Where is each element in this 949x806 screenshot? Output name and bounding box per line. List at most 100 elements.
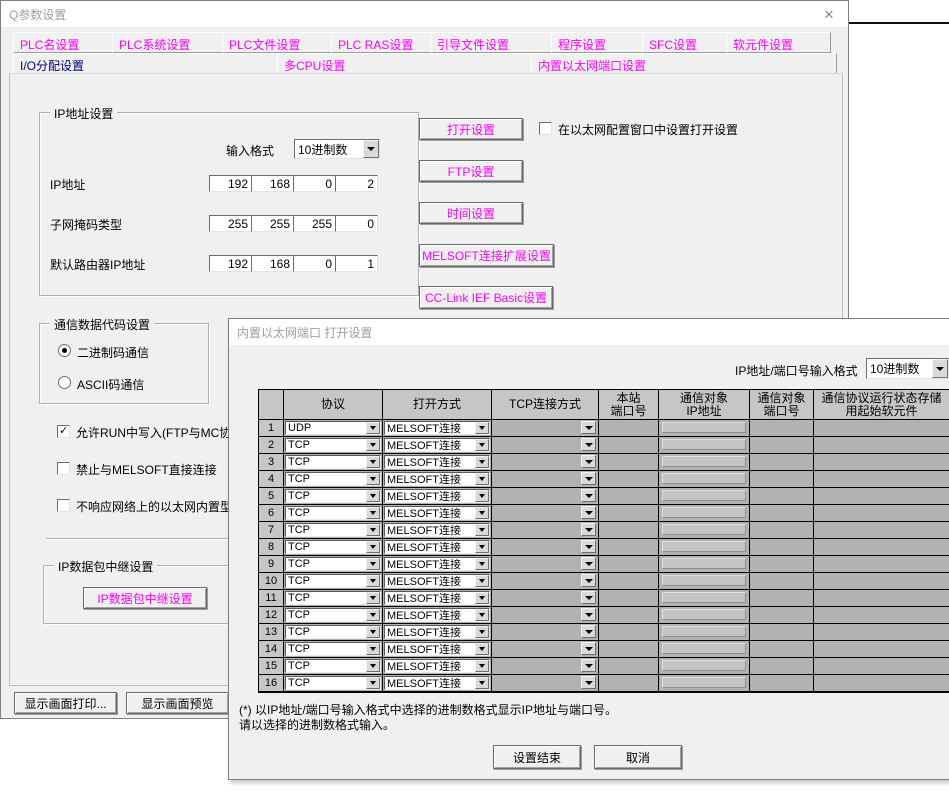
protocol-dropdown[interactable]: TCP (285, 523, 381, 537)
chevron-down-icon[interactable] (366, 490, 380, 502)
ip-octet-field[interactable]: 168 (251, 255, 294, 272)
side-button-4[interactable]: MELSOFT连接扩展设置 (419, 244, 554, 267)
protocol-dropdown[interactable]: TCP (285, 489, 381, 503)
chevron-down-icon[interactable] (366, 541, 380, 553)
tcp-connection-dropdown[interactable] (581, 591, 596, 604)
side-button-5[interactable]: CC-Link IEF Basic设置 (419, 286, 553, 309)
open-method-dropdown[interactable]: MELSOFT连接 (384, 489, 490, 503)
protocol-dropdown[interactable]: TCP (285, 540, 381, 554)
ip-octet-field[interactable]: 255 (293, 215, 336, 232)
chevron-down-icon[interactable] (366, 677, 380, 689)
open-method-dropdown[interactable]: MELSOFT连接 (384, 506, 490, 520)
chevron-down-icon[interactable] (475, 524, 489, 536)
binary-code-radio[interactable] (58, 344, 71, 357)
tab-row2-3[interactable]: 内置以太网端口设置 (531, 53, 837, 74)
side-button-1[interactable]: 打开设置 (419, 118, 523, 140)
protocol-dropdown[interactable]: TCP (285, 557, 381, 571)
tcp-connection-dropdown[interactable] (581, 557, 596, 570)
ip-octet-field[interactable]: 2 (335, 175, 378, 192)
chevron-down-icon[interactable] (366, 439, 380, 451)
protocol-dropdown[interactable]: UDP (285, 421, 381, 435)
preview-screen-button[interactable]: 显示画面预览 (126, 692, 229, 714)
chevron-down-icon[interactable] (475, 677, 489, 689)
tcp-connection-dropdown[interactable] (581, 489, 596, 502)
ethernet-config-checkbox[interactable] (539, 122, 552, 135)
tcp-connection-dropdown[interactable] (581, 540, 596, 553)
option-checkbox-1[interactable] (57, 425, 70, 438)
tab-row1-4[interactable]: PLC RAS设置 (331, 32, 431, 53)
open-method-dropdown[interactable]: MELSOFT连接 (384, 557, 490, 571)
tab-row2-1[interactable]: I/O分配设置 (13, 53, 278, 74)
port-format-dropdown[interactable]: 10进制数 (866, 358, 949, 379)
protocol-dropdown[interactable]: TCP (285, 625, 381, 639)
protocol-dropdown[interactable]: TCP (285, 591, 381, 605)
tcp-connection-dropdown[interactable] (581, 659, 596, 672)
tcp-connection-dropdown[interactable] (581, 472, 596, 485)
chevron-down-icon[interactable] (366, 643, 380, 655)
close-icon[interactable]: ✕ (818, 5, 840, 24)
chevron-down-icon[interactable] (932, 359, 948, 378)
open-method-dropdown[interactable]: MELSOFT连接 (384, 523, 490, 537)
main-titlebar[interactable]: Q参数设置 (1, 1, 848, 27)
tcp-connection-dropdown[interactable] (581, 625, 596, 638)
finish-settings-button[interactable]: 设置结束 (493, 745, 581, 769)
input-format-dropdown[interactable]: 10进制数 (294, 139, 380, 159)
open-method-dropdown[interactable]: MELSOFT连接 (384, 421, 490, 435)
tcp-connection-dropdown[interactable] (581, 676, 596, 689)
chevron-down-icon[interactable] (475, 473, 489, 485)
tcp-connection-dropdown[interactable] (581, 642, 596, 655)
open-method-dropdown[interactable]: MELSOFT连接 (384, 438, 490, 452)
chevron-down-icon[interactable] (366, 626, 380, 638)
open-method-dropdown[interactable]: MELSOFT连接 (384, 659, 490, 673)
option-checkbox-3[interactable] (57, 499, 70, 512)
open-method-dropdown[interactable]: MELSOFT连接 (384, 472, 490, 486)
tcp-connection-dropdown[interactable] (581, 438, 596, 451)
chevron-down-icon[interactable] (366, 660, 380, 672)
side-button-3[interactable]: 时间设置 (419, 202, 523, 224)
chevron-down-icon[interactable] (363, 140, 379, 158)
open-dialog-titlebar[interactable]: 内置以太网端口 打开设置 (229, 319, 949, 345)
chevron-down-icon[interactable] (366, 524, 380, 536)
protocol-dropdown[interactable]: TCP (285, 506, 381, 520)
tcp-connection-dropdown[interactable] (581, 608, 596, 621)
ip-octet-field[interactable]: 0 (293, 175, 336, 192)
chevron-down-icon[interactable] (475, 592, 489, 604)
ip-octet-field[interactable]: 1 (335, 255, 378, 272)
tab-row1-5[interactable]: 引导文件设置 (430, 32, 552, 53)
chevron-down-icon[interactable] (475, 541, 489, 553)
tcp-connection-dropdown[interactable] (581, 574, 596, 587)
tab-row1-1[interactable]: PLC名设置 (13, 32, 113, 53)
chevron-down-icon[interactable] (475, 609, 489, 621)
open-method-dropdown[interactable]: MELSOFT连接 (384, 608, 490, 622)
tab-row1-6[interactable]: 程序设置 (551, 32, 643, 53)
tcp-connection-dropdown[interactable] (581, 523, 596, 536)
ip-octet-field[interactable]: 192 (209, 175, 252, 192)
chevron-down-icon[interactable] (475, 422, 489, 434)
open-method-dropdown[interactable]: MELSOFT连接 (384, 642, 490, 656)
chevron-down-icon[interactable] (475, 643, 489, 655)
open-method-dropdown[interactable]: MELSOFT连接 (384, 625, 490, 639)
chevron-down-icon[interactable] (366, 507, 380, 519)
ip-octet-field[interactable]: 192 (209, 255, 252, 272)
tab-row1-2[interactable]: PLC系统设置 (112, 32, 223, 53)
tab-row1-8[interactable]: 软元件设置 (726, 32, 831, 53)
option-checkbox-2[interactable] (57, 462, 70, 475)
tab-row2-2[interactable]: 多CPU设置 (277, 53, 532, 74)
chevron-down-icon[interactable] (366, 473, 380, 485)
tcp-connection-dropdown[interactable] (581, 506, 596, 519)
open-method-dropdown[interactable]: MELSOFT连接 (384, 540, 490, 554)
ip-octet-field[interactable]: 168 (251, 175, 294, 192)
ip-octet-field[interactable]: 255 (251, 215, 294, 232)
side-button-2[interactable]: FTP设置 (419, 160, 523, 182)
cancel-button[interactable]: 取消 (594, 745, 682, 769)
ascii-code-radio[interactable] (58, 376, 71, 389)
ip-octet-field[interactable]: 255 (209, 215, 252, 232)
chevron-down-icon[interactable] (366, 609, 380, 621)
open-method-dropdown[interactable]: MELSOFT连接 (384, 591, 490, 605)
chevron-down-icon[interactable] (366, 575, 380, 587)
protocol-dropdown[interactable]: TCP (285, 608, 381, 622)
chevron-down-icon[interactable] (475, 660, 489, 672)
open-method-dropdown[interactable]: MELSOFT连接 (384, 676, 490, 690)
protocol-dropdown[interactable]: TCP (285, 472, 381, 486)
ip-octet-field[interactable]: 0 (335, 215, 378, 232)
